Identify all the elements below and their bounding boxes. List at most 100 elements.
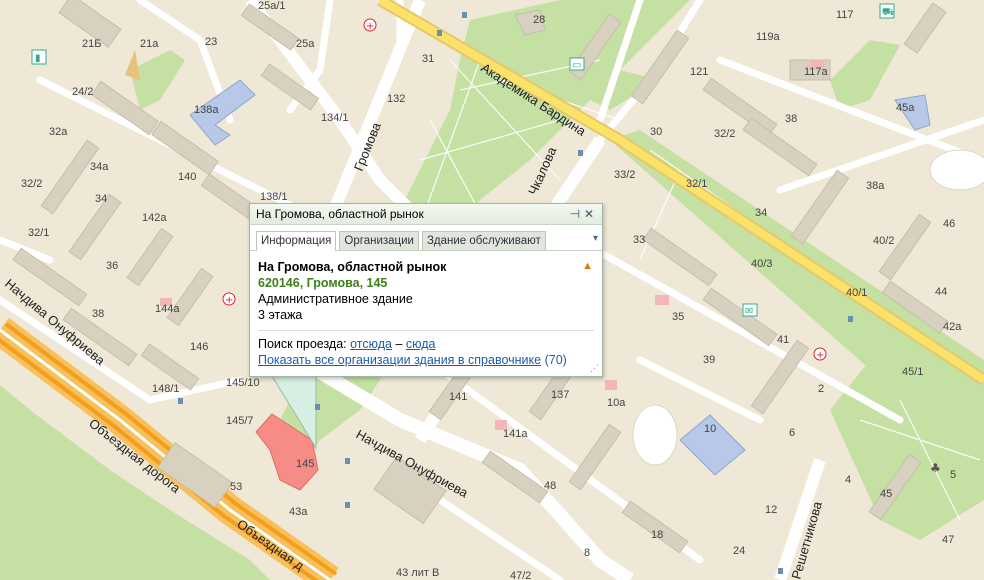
- building-number: 38: [785, 113, 797, 125]
- medical-cross-icon[interactable]: +: [222, 292, 236, 306]
- building-number: 34а: [90, 161, 109, 173]
- shop-cart-icon[interactable]: ⛟: [879, 3, 895, 19]
- info-popup: На Громова, областной рынок ⊣ ✕ Информац…: [249, 203, 603, 377]
- building-number: 25а: [296, 38, 315, 50]
- building-number: 134/1: [321, 112, 349, 124]
- svg-text:▮: ▮: [35, 53, 41, 64]
- building-number: 31: [422, 53, 434, 65]
- building-number: 41: [777, 334, 789, 346]
- pin-icon[interactable]: ⊣: [568, 207, 582, 221]
- svg-text:⛟: ⛟: [882, 7, 895, 18]
- chevron-down-icon[interactable]: ▾: [593, 233, 598, 244]
- tab-information[interactable]: Информация: [256, 231, 337, 251]
- building-number: 25а/1: [258, 0, 286, 12]
- building-number: 47/2: [510, 570, 531, 580]
- post-office-icon[interactable]: ✉: [742, 303, 758, 317]
- route-label: Поиск проезда:: [258, 337, 347, 351]
- bookshop-icon[interactable]: ▭: [569, 57, 585, 71]
- route-from-link[interactable]: отсюда: [350, 337, 392, 351]
- building-number: 45/1: [902, 366, 923, 378]
- building-number: 119а: [756, 31, 781, 43]
- building-number: 148/1: [152, 383, 180, 395]
- route-to-link[interactable]: сюда: [406, 337, 436, 351]
- building-number: 36: [106, 260, 118, 272]
- building-number: 21а: [140, 38, 159, 50]
- route-search-row: Поиск проезда: отсюда – сюда: [258, 336, 594, 352]
- close-icon[interactable]: ✕: [582, 207, 596, 221]
- building-number: 141: [449, 391, 467, 403]
- medical-cross-icon[interactable]: +: [813, 347, 827, 361]
- object-name: На Громова, областной рынок: [258, 260, 447, 274]
- building-number: 2: [818, 383, 824, 395]
- tram-stop-icon: [578, 150, 583, 156]
- object-type: Административное здание: [258, 292, 413, 306]
- show-all-row: Показать все организации здания в справо…: [258, 352, 594, 368]
- building-number: 145/7: [226, 415, 254, 427]
- building-number: 38: [92, 308, 104, 320]
- building-number: 46: [943, 218, 955, 230]
- object-floors: 3 этажа: [258, 308, 303, 322]
- building-number: 44: [935, 286, 947, 298]
- svg-text:♣: ♣: [930, 461, 941, 475]
- building-number: 32/1: [686, 178, 707, 190]
- tram-stop-icon: [437, 30, 442, 36]
- building-number: 45а: [896, 102, 915, 114]
- building-number: 4: [845, 474, 851, 486]
- tram-stop-icon: [315, 404, 320, 410]
- divider: [258, 330, 594, 331]
- svg-text:+: +: [816, 350, 824, 361]
- tram-stop-icon: [848, 316, 853, 322]
- show-all-organizations-link[interactable]: Показать все организации здания в справо…: [258, 353, 541, 367]
- building-number: 5: [950, 469, 956, 481]
- svg-text:✉: ✉: [745, 306, 753, 317]
- building-number: 28: [533, 14, 545, 26]
- building-number: 145: [296, 458, 314, 470]
- popup-header: На Громова, областной рынок ⊣ ✕: [250, 204, 602, 225]
- tram-stop-icon: [778, 568, 783, 574]
- building-number: 33: [633, 234, 645, 246]
- building-number: 21Б: [82, 38, 101, 50]
- building-number: 10: [704, 423, 716, 435]
- building-number: 45: [880, 488, 892, 500]
- building-number: 35: [672, 311, 684, 323]
- warning-icon[interactable]: ▲: [582, 260, 593, 272]
- popup-header-title: На Громова, областной рынок: [256, 207, 424, 221]
- tab-building-services[interactable]: Здание обслуживают: [421, 231, 546, 250]
- building-number: 24: [733, 545, 745, 557]
- fuel-icon[interactable]: ▮: [31, 49, 47, 65]
- tab-organizations[interactable]: Организации: [339, 231, 419, 250]
- building-number: 47: [942, 534, 954, 546]
- building-number: 43а: [289, 506, 308, 518]
- building-number: 33/2: [614, 169, 635, 181]
- svg-text:+: +: [366, 21, 374, 32]
- building-number: 32/2: [714, 128, 735, 140]
- building-number: 8: [584, 547, 590, 559]
- building-number: 23: [205, 36, 217, 48]
- building-number: 30: [650, 126, 662, 138]
- building-number: 53: [230, 481, 242, 493]
- building-number: 140: [178, 171, 196, 183]
- park-icon: ♣: [930, 461, 941, 475]
- building-number: 144а: [155, 303, 180, 315]
- svg-text:▭: ▭: [572, 60, 581, 71]
- building-number: 117а: [804, 66, 829, 78]
- building-number: 39: [703, 354, 715, 366]
- resize-handle-icon[interactable]: ⋰: [590, 363, 599, 374]
- building-number: 12: [765, 504, 777, 516]
- building-number: 132: [387, 93, 405, 105]
- popup-tabs: Информация Организации Здание обслуживаю…: [250, 225, 602, 251]
- building-number: 145/10: [226, 377, 260, 389]
- tram-stop-icon: [345, 458, 350, 464]
- building-number: 40/1: [846, 287, 867, 299]
- building-number: 38а: [866, 180, 885, 192]
- object-address: 620146, Громова, 145: [258, 276, 388, 290]
- building-number: 32/2: [21, 178, 42, 190]
- medical-cross-icon[interactable]: +: [363, 18, 377, 32]
- building-number: 43 лит В: [396, 567, 439, 579]
- building-number: 40/3: [751, 258, 772, 270]
- building-number: 121: [690, 66, 708, 78]
- building-number: 40/2: [873, 235, 894, 247]
- building-number: 34: [95, 193, 107, 205]
- building-number: 10а: [607, 397, 626, 409]
- tram-stop-icon: [178, 398, 183, 404]
